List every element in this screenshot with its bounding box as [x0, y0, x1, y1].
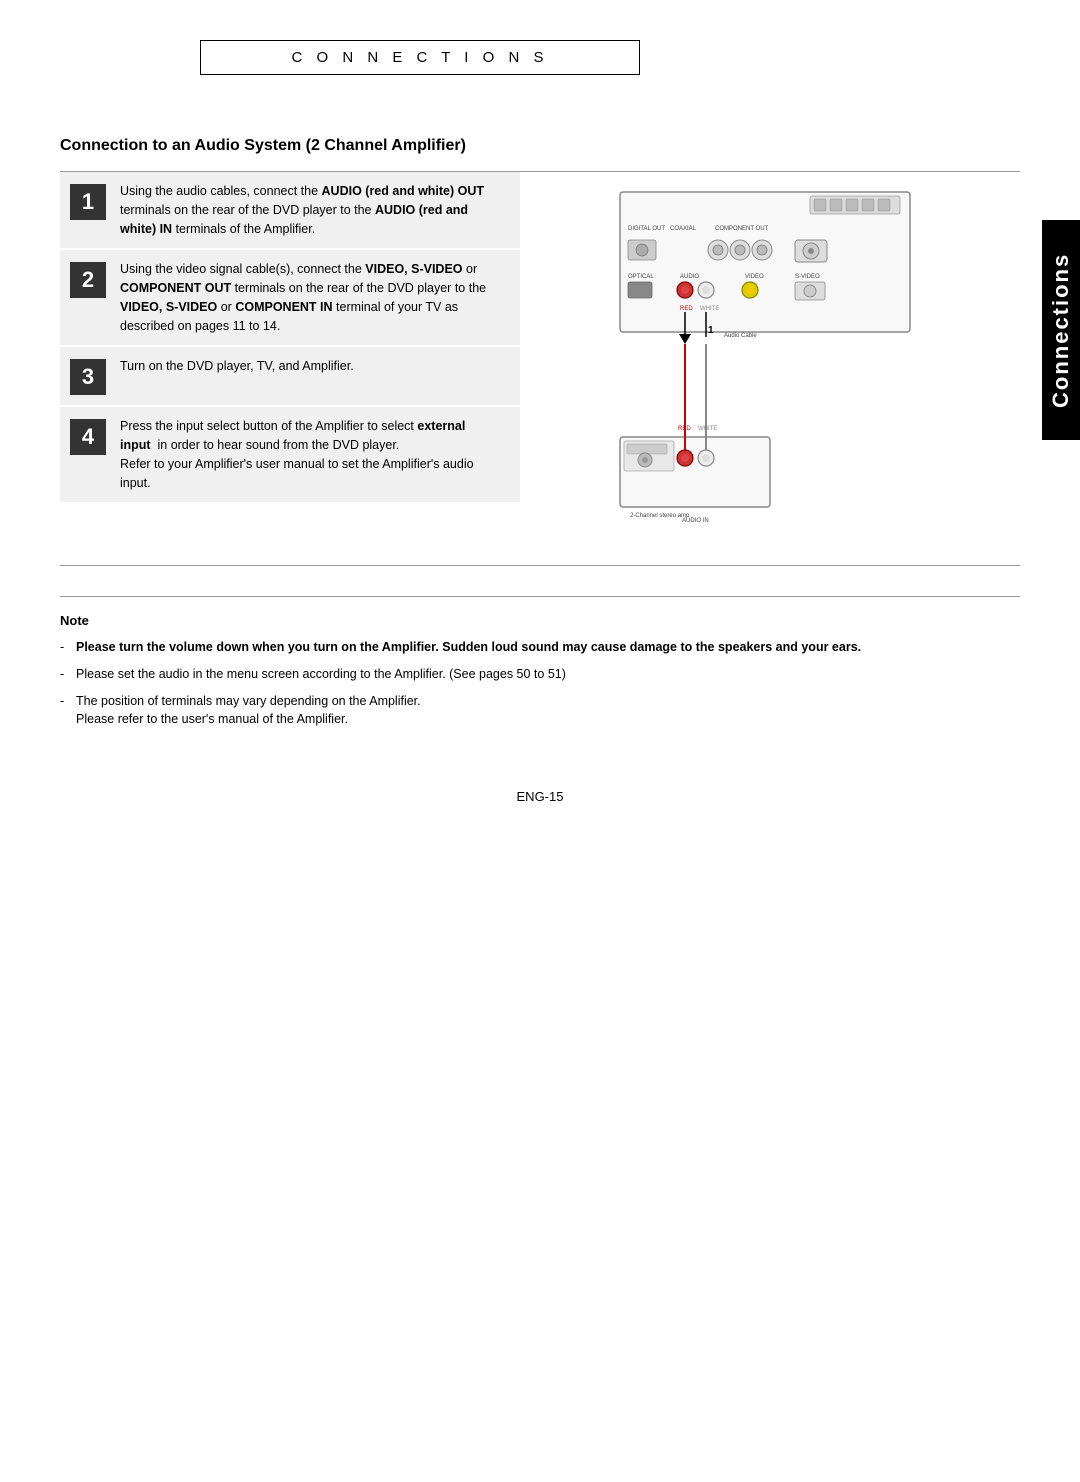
step-3-block: 3 Turn on the DVD player, TV, and Amplif… — [60, 347, 520, 405]
svg-text:1: 1 — [708, 325, 714, 336]
note-item-2: Please set the audio in the menu screen … — [60, 665, 1020, 684]
step-1-block: 1 Using the audio cables, connect the AU… — [60, 172, 520, 248]
header-box: C O N N E C T I O N S — [200, 40, 640, 75]
side-tab: Connections — [1042, 220, 1080, 440]
note-item-3-text: The position of terminals may vary depen… — [76, 694, 421, 727]
step-2-number: 2 — [70, 262, 106, 298]
step-3-text: Turn on the DVD player, TV, and Amplifie… — [120, 357, 364, 376]
bottom-rule — [60, 565, 1020, 566]
content-area: 1 Using the audio cables, connect the AU… — [60, 172, 1020, 565]
svg-text:AUDIO: AUDIO — [680, 274, 699, 280]
note-title: Note — [60, 613, 1020, 628]
note-list: Please turn the volume down when you tur… — [60, 638, 1020, 729]
svg-text:S-VIDEO: S-VIDEO — [795, 274, 820, 280]
step-1-text: Using the audio cables, connect the AUDI… — [120, 182, 510, 238]
step-4-number: 4 — [70, 419, 106, 455]
step-4-text: Press the input select button of the Amp… — [120, 417, 510, 492]
svg-text:COMPONENT OUT: COMPONENT OUT — [715, 226, 769, 232]
svg-text:Audio Cable: Audio Cable — [724, 333, 757, 339]
note-item-1: Please turn the volume down when you tur… — [60, 638, 1020, 657]
svg-text:VIDEO: VIDEO — [745, 274, 764, 280]
page-number: ENG-15 — [60, 789, 1020, 804]
note-section: Note Please turn the volume down when yo… — [60, 596, 1020, 729]
connection-diagram: DIGITAL OUT COAXIAL COMPONENT OUT — [610, 182, 930, 562]
step-2-text: Using the video signal cable(s), connect… — [120, 260, 510, 335]
side-tab-label: Connections — [1048, 252, 1074, 407]
steps-column: 1 Using the audio cables, connect the AU… — [60, 172, 520, 565]
section-heading: Connection to an Audio System (2 Channel… — [60, 137, 1020, 155]
svg-text:OPTICAL: OPTICAL — [628, 274, 654, 280]
svg-text:COAXIAL: COAXIAL — [670, 226, 697, 232]
svg-text:AUDIO IN: AUDIO IN — [682, 518, 709, 524]
note-item-2-text: Please set the audio in the menu screen … — [76, 667, 566, 681]
diagram-wrapper: DIGITAL OUT COAXIAL COMPONENT OUT — [610, 182, 950, 565]
note-item-1-bold: Please turn the volume down when you tur… — [76, 640, 861, 654]
note-item-3: The position of terminals may vary depen… — [60, 692, 1020, 730]
svg-text:DIGITAL OUT: DIGITAL OUT — [628, 226, 665, 232]
svg-text:WHITE: WHITE — [700, 306, 719, 312]
svg-text:WHITE: WHITE — [698, 426, 717, 432]
step-3-number: 3 — [70, 359, 106, 395]
step-4-block: 4 Press the input select button of the A… — [60, 407, 520, 502]
step-2-block: 2 Using the video signal cable(s), conne… — [60, 250, 520, 345]
page-wrapper: Connections C O N N E C T I O N S Connec… — [0, 0, 1080, 1482]
step-1-number: 1 — [70, 184, 106, 220]
header-title: C O N N E C T I O N S — [292, 49, 549, 66]
diagram-column: DIGITAL OUT COAXIAL COMPONENT OUT — [520, 172, 1020, 565]
svg-text:RED: RED — [680, 306, 693, 312]
